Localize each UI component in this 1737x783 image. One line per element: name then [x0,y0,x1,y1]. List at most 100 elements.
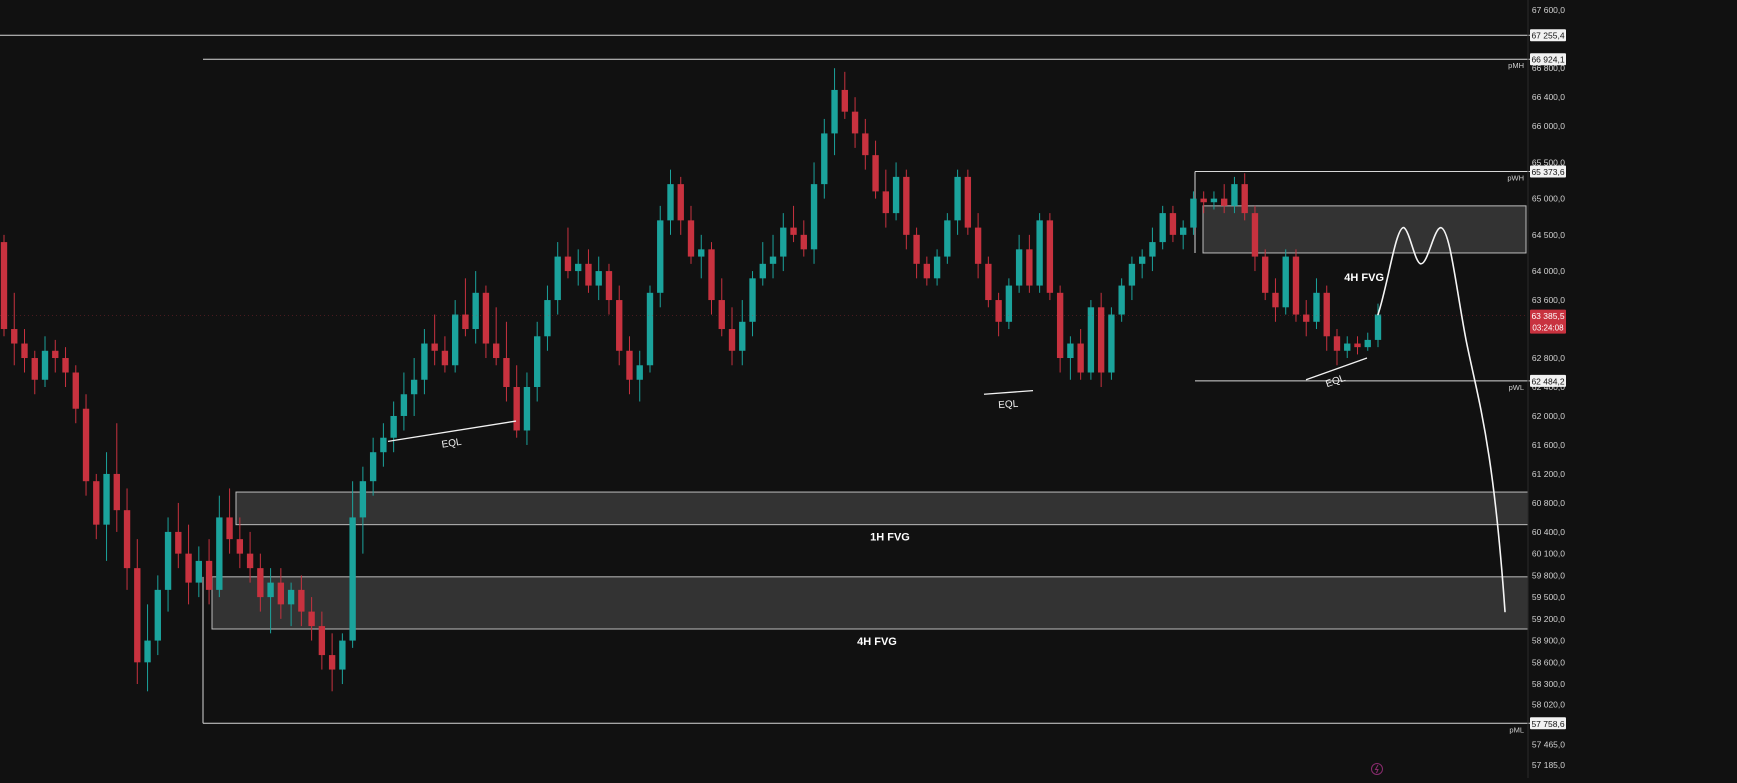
y-tick-label: 62 800,0 [1532,353,1565,363]
candle-body [93,481,100,525]
bar-countdown-label: 03:24:08 [1532,324,1564,333]
trading-chart[interactable]: 4H FVG 1H FVG 4H FVG pMH pWH pWL pML EQL EQL EQ… [0,0,1737,778]
y-tick-label: 61 200,0 [1532,469,1565,479]
candle-body [195,560,202,583]
candle-body [349,517,356,641]
candle-body [318,626,326,656]
candle-body [1097,307,1105,373]
candle-body [759,263,766,279]
candle-body [144,640,151,663]
candle-body [657,220,664,293]
candle-body [257,568,264,598]
candle-body [236,539,244,554]
y-tick-label: 57 465,0 [1532,740,1565,750]
key-level-label: pML [1509,725,1524,734]
candle-body [72,372,79,409]
y-tick-label: 66 400,0 [1532,92,1565,102]
candle-body [933,256,941,279]
candle-body [534,336,541,387]
y-tick-label: 57 185,0 [1532,760,1565,770]
y-tick-label: 61 600,0 [1532,440,1565,450]
candle-body [410,379,418,395]
candle-body [441,350,449,366]
candle-body [390,415,397,438]
candle-body [216,517,223,590]
candle-body [718,300,725,330]
candle-body [636,365,643,380]
candle-body [605,271,613,301]
candle-body [995,300,1002,322]
candle-body [1118,285,1125,315]
y-tick-label: 63 600,0 [1532,295,1565,305]
y-tick-label: 64 000,0 [1532,266,1565,276]
candle-body [903,176,910,235]
candle-body [1128,263,1136,286]
candle-body [339,640,346,670]
candle-body [513,387,520,431]
y-tick-label: 67 600,0 [1532,5,1565,15]
candle-body [123,510,131,569]
key-level-label: pWL [1509,383,1524,392]
price-badge-label: 66 924,1 [1531,55,1564,65]
candle-body [267,582,274,598]
eql-label: EQL [998,399,1019,411]
candle-body [82,408,90,482]
fvg-zone [235,491,1529,526]
chart-canvas[interactable]: 4H FVG1H FVG4H FVG pMHpWHpWLpML EQLEQLEQ… [0,0,1737,778]
candle-body [400,394,408,416]
candle-body [595,271,602,286]
candle-body [175,531,182,554]
y-tick-label: 58 020,0 [1532,699,1565,709]
candle-body [0,242,8,330]
candle-body [1138,256,1146,264]
candle-body [944,220,951,257]
candle-body [503,358,510,387]
candle-body [523,387,531,431]
candle-body [462,314,469,330]
candle-body [831,89,838,134]
candle-body [308,611,315,627]
y-tick-label: 59 500,0 [1532,592,1565,602]
candle-body [62,358,69,373]
fvg-zone [211,576,1529,630]
candle-body [1251,213,1259,257]
candle-body [493,343,500,359]
y-tick-label: 58 300,0 [1532,679,1565,689]
key-level-label: pMH [1508,61,1524,70]
candle-body [328,655,336,670]
current-price-label: 63 385,5 [1531,311,1564,321]
y-tick-label: 58 600,0 [1532,657,1565,667]
candle-body [359,481,367,518]
candle-body [769,256,777,264]
y-tick-label: 58 900,0 [1532,636,1565,646]
candle-body [739,321,746,351]
candle-body [185,553,192,583]
candle-body [482,292,490,344]
candle-body [728,329,736,351]
candle-body [564,256,572,272]
y-tick-label: 62 000,0 [1532,411,1565,421]
candle-body [1374,314,1382,340]
candle-body [1005,285,1013,322]
price-badge-label: 67 255,4 [1531,31,1564,41]
candle-body [800,234,807,250]
candle-body [780,227,787,257]
candle-body [985,263,992,301]
candle-body [1015,249,1023,286]
candle-body [954,176,961,221]
candle-body [1231,184,1238,206]
candle-body [226,517,233,540]
candle-body [1159,213,1166,243]
candle-body [1077,343,1084,373]
candle-body [1333,336,1341,351]
candle-body [585,263,592,286]
y-tick-label: 64 500,0 [1532,230,1565,240]
candle-body [113,473,120,511]
candle-body [698,249,705,257]
candle-body [923,263,931,279]
candle-body [1344,343,1351,351]
candle-body [974,227,982,264]
candle-body [380,437,387,453]
candle-body [1046,220,1054,293]
candle-body [964,176,972,228]
